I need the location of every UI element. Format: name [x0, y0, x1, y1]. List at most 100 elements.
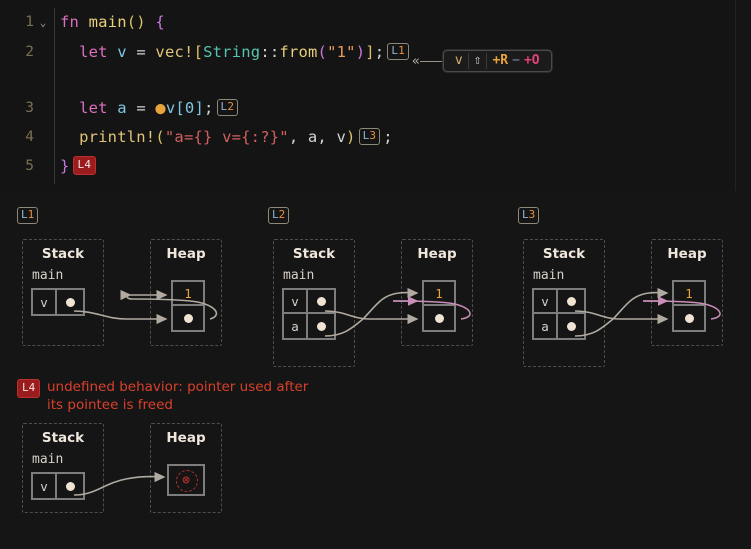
badge-number: 4 [84, 157, 92, 171]
diagram-badge-L4[interactable]: L4 [17, 379, 41, 398]
code-line-1[interactable]: 1 ⌄ fn main() { [0, 8, 735, 36]
freed-memory-icon: ⊗ [176, 470, 198, 492]
token-v-index: v[0] [165, 99, 204, 117]
badge-number: 2 [227, 100, 235, 113]
token-open-brace: { [155, 13, 165, 31]
code-editor[interactable]: 1 ⌄ fn main() { 2 let v = vec![String::f… [0, 0, 736, 192]
page-root: 1 ⌄ fn main() { 2 let v = vec![String::f… [0, 0, 751, 549]
token-coloncolon: :: [260, 43, 280, 61]
line-number-3: 3 [25, 100, 34, 116]
code-line-4[interactable]: 4 println!("a={} v={:?}", a, v) L3; [0, 123, 735, 151]
heap-cells-L4: ⊗ [167, 464, 205, 496]
ub-message-line-2: its pointee is freed [47, 397, 173, 413]
line-number-5: 5 [25, 158, 34, 174]
diagram-L1: L1 Stack main v Heap 1 [14, 207, 229, 352]
code-line-2[interactable]: 2 let v = vec![String::from("1")]; L1 [0, 38, 735, 66]
step-badge-L2[interactable]: L2 [216, 99, 239, 116]
stack-cells-L2: v a [282, 288, 336, 340]
pointer-dot-icon [65, 481, 75, 491]
stack-cell-v-L1: v [33, 290, 83, 314]
perm-path-v: v [450, 53, 469, 69]
token-semi-3: ; [204, 99, 214, 117]
heap-title-L2: Heap [417, 246, 457, 262]
undefined-behavior-message: undefined behavior: pointer used after i… [47, 378, 312, 414]
pointer-dot-icon [65, 297, 75, 307]
permissions-tooltip[interactable]: « v ⇧ +R − +O [412, 50, 552, 72]
token-var-v: v [117, 43, 127, 61]
heap-cell-value-L1: 1 [173, 282, 203, 306]
heap-cells-L1: 1 [171, 280, 205, 332]
step-badge-L4[interactable]: L4 [72, 155, 97, 175]
code-line-3[interactable]: 3 let a = ●v[0]; L2 [0, 94, 735, 122]
perm-own: +O [523, 53, 540, 68]
heap-value-text: 1 [184, 285, 192, 301]
code-line-5-text: } L4 [50, 155, 99, 176]
token-lbracket: [ [193, 43, 204, 61]
frame-label-main-L2: main [283, 268, 315, 283]
diagram-L3: L3 Stack main v a Heap 1 [515, 207, 730, 367]
pointer-dot-icon [183, 313, 193, 323]
badge-number: 1 [27, 208, 35, 221]
diagram-area: L1 Stack main v Heap 1 L2 Stack main v a… [0, 191, 751, 549]
heap-value-text: 1 [685, 285, 693, 301]
stack-cell-name: a [284, 314, 308, 338]
diagram-badge-L3[interactable]: L3 [518, 207, 540, 224]
pointer-dot-icon [316, 296, 326, 306]
step-badge-L3[interactable]: L3 [358, 128, 381, 145]
token-var-a: a [117, 99, 127, 117]
token-fn: fn [60, 13, 80, 31]
step-badge-L1[interactable]: L1 [387, 43, 409, 60]
frame-label-main-L3: main [533, 268, 565, 283]
line-number-4: 4 [25, 129, 34, 145]
heap-title-L4: Heap [166, 430, 206, 446]
line-number-1: 1 [25, 14, 34, 30]
permissions-chip[interactable]: v ⇧ +R − +O [442, 50, 552, 72]
diagram-L4: L4 undefined behavior: pointer used afte… [14, 379, 314, 519]
stack-cell-name: v [284, 290, 308, 312]
stack-cell-v-L3: v [534, 290, 584, 314]
frame-label-main-L4: main [32, 452, 64, 467]
heap-region-L3: Heap 1 [651, 239, 723, 346]
stack-title-L3: Stack [542, 246, 586, 262]
badge-letter: L [22, 381, 29, 394]
heap-cell-pointer-L3 [674, 306, 704, 330]
heap-value-text: 1 [435, 285, 443, 301]
fold-chevron-icon[interactable]: ⌄ [36, 16, 50, 29]
badge-number: 2 [278, 208, 286, 221]
diagram-badge-L1[interactable]: L1 [17, 207, 39, 224]
code-line-5[interactable]: 5 } L4 [0, 152, 735, 180]
stack-cell-value [308, 314, 334, 338]
stack-region-L4: Stack main v [22, 423, 104, 513]
deref-dot-icon: ● [155, 98, 166, 119]
heap-cell-pointer-L1 [173, 306, 203, 330]
token-close-brace: } [60, 156, 70, 175]
heap-cell-value-L3: 1 [674, 282, 704, 306]
badge-number: 4 [28, 381, 36, 394]
token-string-type: String [203, 43, 261, 61]
code-line-1-text: fn main() { [50, 13, 165, 31]
token-main: main [88, 13, 127, 31]
token-args: , a, v [288, 128, 347, 146]
stack-region-L3: Stack main v a [523, 239, 605, 367]
token-rparen-4: ) [346, 128, 356, 146]
stack-cells-L4: v [31, 472, 85, 500]
token-println-macro: println! [79, 128, 156, 146]
heap-region-L2: Heap 1 [401, 239, 473, 346]
freed-ring [176, 470, 198, 492]
pointer-dot-icon [566, 321, 576, 331]
stack-cell-a-L2: a [284, 314, 334, 338]
frame-label-main-L1: main [32, 268, 64, 283]
stack-cell-a-L3: a [534, 314, 584, 338]
tooltip-connector-line [419, 60, 442, 62]
stack-title-L1: Stack [41, 246, 85, 262]
token-eq-3: = [136, 99, 146, 117]
stack-cell-name: a [534, 314, 558, 338]
tooltip-leader-glyph: « [412, 53, 420, 69]
stack-cell-value [57, 290, 83, 314]
perm-write: − [512, 53, 520, 68]
perm-group: +R − +O [487, 53, 544, 69]
heap-cell-freed-L4: ⊗ [169, 466, 203, 494]
diagram-badge-L2[interactable]: L2 [268, 207, 290, 224]
stack-cell-v-L2: v [284, 290, 334, 314]
stack-cell-name: v [33, 290, 57, 314]
